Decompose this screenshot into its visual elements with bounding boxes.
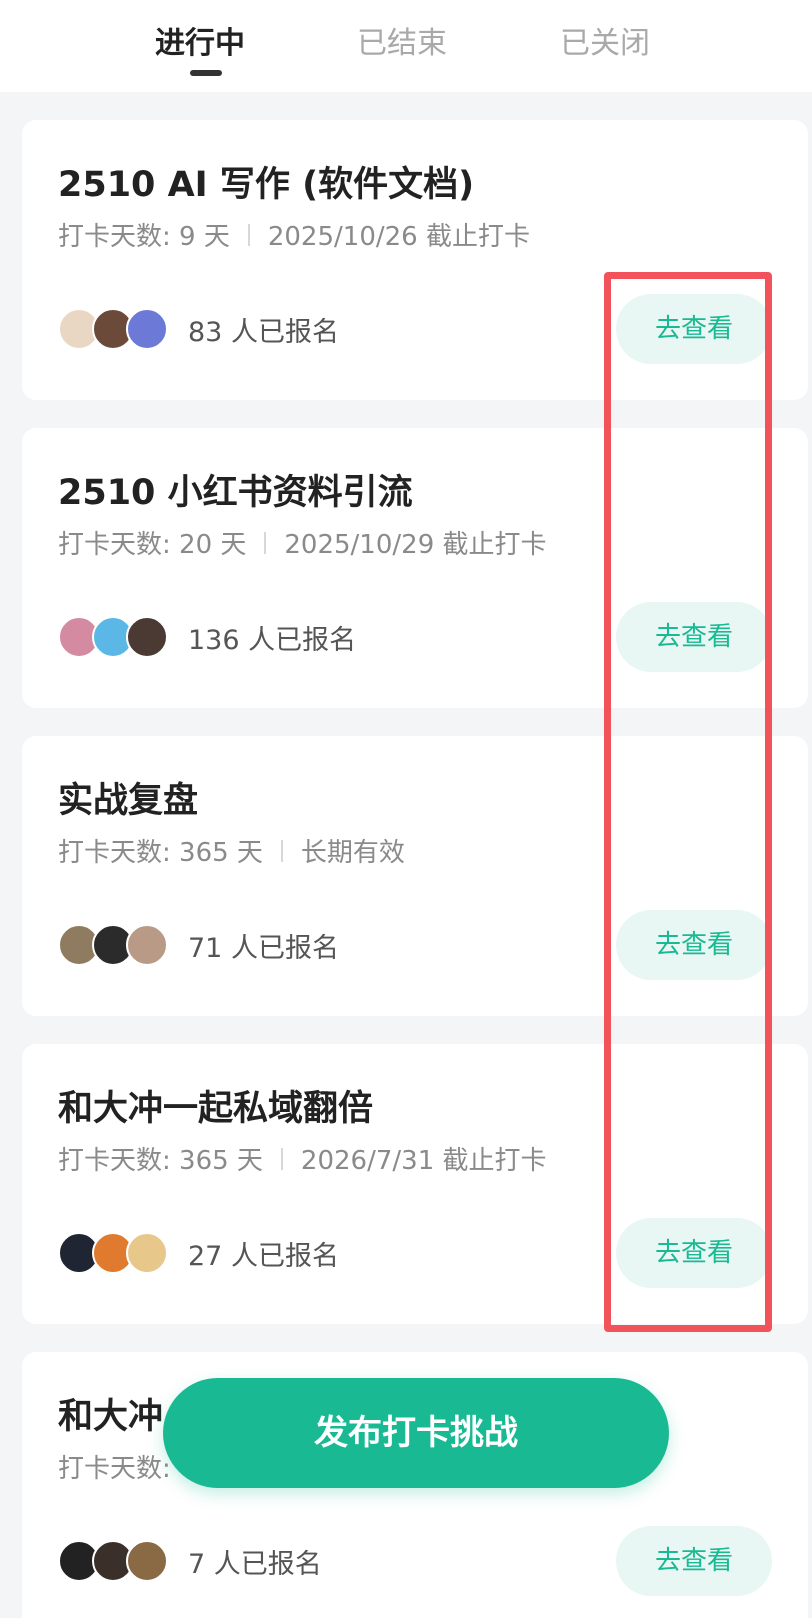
participant-avatars (58, 1540, 170, 1584)
deadline: 2026/7/31 截止打卡 (300, 1146, 547, 1176)
publish-challenge-button[interactable]: 发布打卡挑战 (163, 1378, 669, 1488)
avatar (126, 1232, 168, 1274)
deadline: 2025/10/26 截止打卡 (267, 222, 530, 252)
tab-closed[interactable]: 已关闭 (535, 22, 675, 66)
participant-avatars (58, 924, 170, 968)
participant-avatars (58, 308, 170, 352)
card-title: 2510 小红书资料引流 (58, 473, 413, 513)
tab-ended[interactable]: 已结束 (332, 22, 472, 66)
view-button[interactable]: 去查看 (616, 1218, 772, 1288)
card-meta: 打卡天数: (58, 1448, 171, 1485)
avatar (126, 308, 168, 350)
card-meta: 打卡天数: 9 天 2025/10/26 截止打卡 (58, 216, 530, 253)
challenge-card[interactable]: 和大冲一起私域翻倍 打卡天数: 365 天 2026/7/31 截止打卡 27 … (22, 1044, 808, 1324)
card-title: 2510 AI 写作 (软件文档) (58, 165, 475, 205)
active-tab-indicator (190, 70, 222, 76)
checkin-days: 打卡天数: 9 天 (58, 222, 230, 252)
card-meta: 打卡天数: 365 天 长期有效 (58, 832, 405, 869)
avatar (126, 616, 168, 658)
avatar (126, 1540, 168, 1582)
checkin-days: 打卡天数: 20 天 (58, 530, 247, 560)
card-title: 和大冲一起私域翻倍 (58, 1089, 374, 1129)
meta-divider (280, 839, 283, 862)
meta-divider (247, 223, 250, 246)
meta-divider (280, 1147, 283, 1170)
participant-avatars (58, 1232, 170, 1276)
signup-count: 27 人已报名 (188, 1241, 339, 1272)
participant-avatars (58, 616, 170, 660)
deadline: 长期有效 (300, 838, 405, 868)
challenge-card[interactable]: 2510 AI 写作 (软件文档) 打卡天数: 9 天 2025/10/26 截… (22, 120, 808, 400)
card-title: 和大冲 (58, 1397, 164, 1437)
checkin-days: 打卡天数: 365 天 (58, 1146, 263, 1176)
signup-count: 71 人已报名 (188, 933, 339, 964)
challenge-card[interactable]: 实战复盘 打卡天数: 365 天 长期有效 71 人已报名 去查看 (22, 736, 808, 1016)
view-button[interactable]: 去查看 (616, 1526, 772, 1596)
checkin-days: 打卡天数: (58, 1454, 171, 1484)
signup-count: 136 人已报名 (188, 625, 357, 656)
checkin-days: 打卡天数: 365 天 (58, 838, 263, 868)
tab-ongoing[interactable]: 进行中 (130, 22, 270, 66)
card-meta: 打卡天数: 20 天 2025/10/29 截止打卡 (58, 524, 547, 561)
signup-count: 83 人已报名 (188, 317, 339, 348)
deadline: 2025/10/29 截止打卡 (284, 530, 547, 560)
challenge-card[interactable]: 2510 小红书资料引流 打卡天数: 20 天 2025/10/29 截止打卡 … (22, 428, 808, 708)
signup-count: 7 人已报名 (188, 1549, 322, 1580)
view-button[interactable]: 去查看 (616, 294, 772, 364)
avatar (126, 924, 168, 966)
meta-divider (264, 531, 267, 554)
tab-bar: 进行中 已结束 已关闭 (0, 0, 812, 92)
view-button[interactable]: 去查看 (616, 602, 772, 672)
card-title: 实战复盘 (58, 781, 199, 821)
view-button[interactable]: 去查看 (616, 910, 772, 980)
card-meta: 打卡天数: 365 天 2026/7/31 截止打卡 (58, 1140, 547, 1177)
